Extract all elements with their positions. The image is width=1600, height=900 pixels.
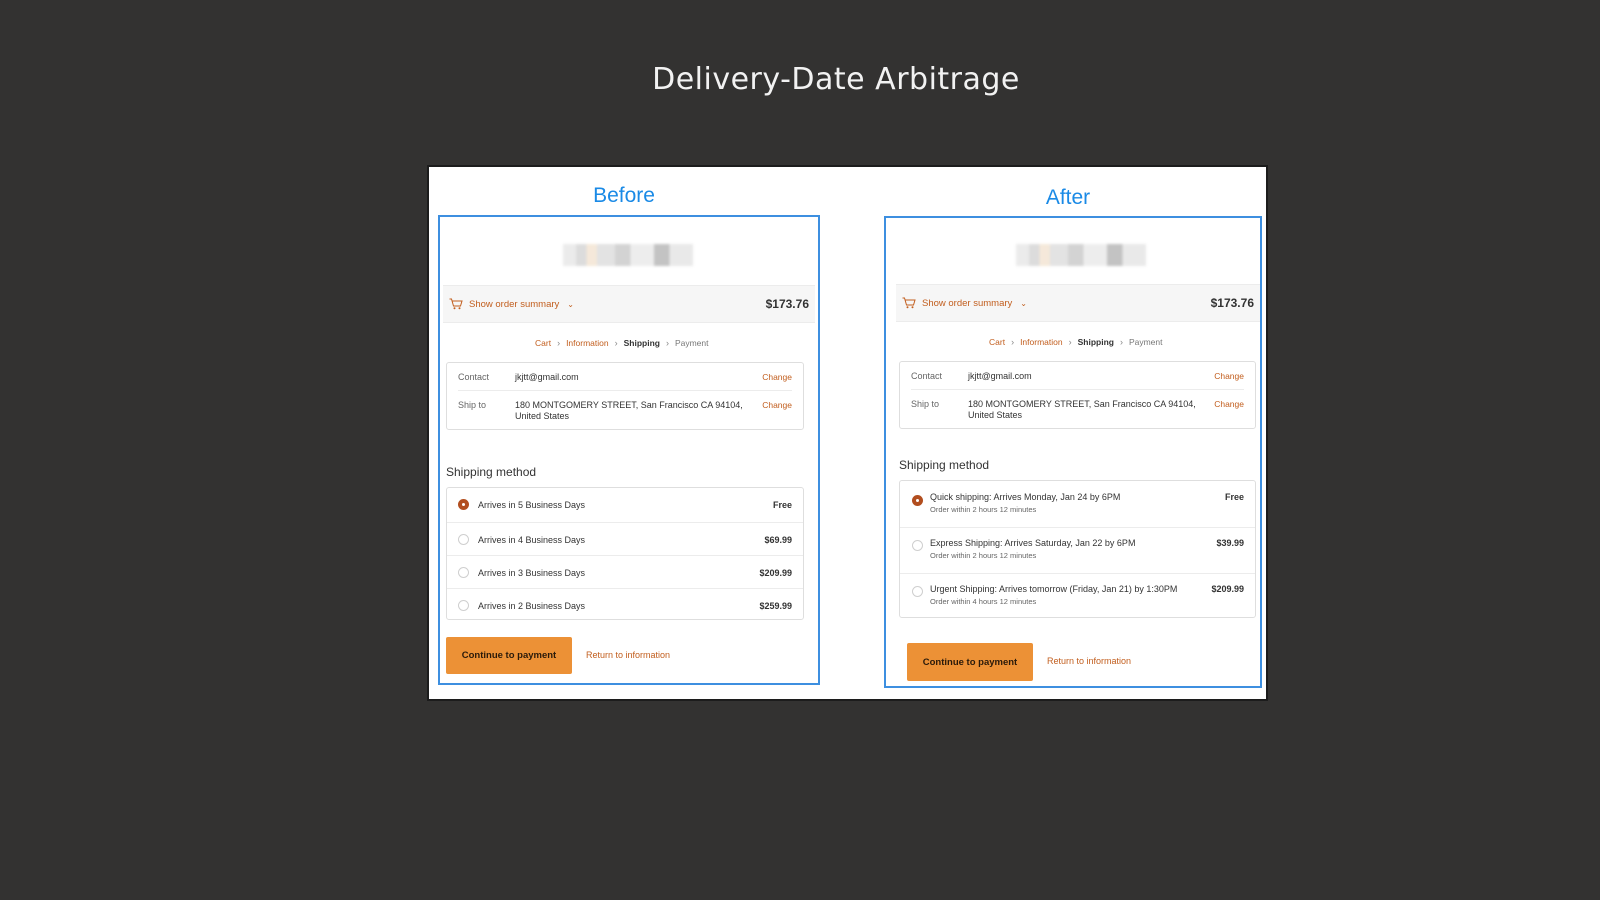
ship-to-line2: United States: [515, 411, 570, 421]
breadcrumb-information[interactable]: Information: [566, 338, 609, 348]
change-ship-to-link[interactable]: Change: [762, 400, 792, 410]
order-summary-bar[interactable]: Show order summary ⌄ $173.76: [896, 284, 1260, 322]
continue-to-payment-button[interactable]: Continue to payment: [907, 643, 1033, 681]
cart-icon: [902, 297, 916, 309]
shipping-option[interactable]: Arrives in 3 Business Days $209.99: [447, 555, 803, 588]
change-ship-to-link[interactable]: Change: [1214, 399, 1244, 409]
shipping-option-label: Quick shipping: Arrives Monday, Jan 24 b…: [930, 492, 1121, 502]
return-to-information-link[interactable]: Return to information: [1047, 656, 1131, 666]
ship-to-key: Ship to: [458, 400, 487, 410]
chevron-right-icon: ›: [614, 338, 618, 348]
breadcrumb-information[interactable]: Information: [1020, 337, 1063, 347]
after-label: After: [1045, 186, 1091, 209]
divider: [458, 390, 792, 391]
shipping-option-price: $209.99: [1211, 584, 1244, 594]
shipping-option[interactable]: Urgent Shipping: Arrives tomorrow (Frida…: [900, 573, 1255, 619]
chevron-down-icon: ⌄: [567, 299, 574, 309]
slide-title: Delivery-Date Arbitrage: [652, 62, 1020, 97]
ship-to-value: 180 MONTGOMERY STREET, San Francisco CA …: [968, 399, 1208, 421]
ship-to-line1: 180 MONTGOMERY STREET, San Francisco CA …: [515, 400, 743, 410]
before-label: Before: [593, 184, 655, 207]
breadcrumb: Cart › Information › Shipping › Payment: [535, 338, 709, 348]
shipping-methods-list: Arrives in 5 Business Days Free Arrives …: [446, 487, 804, 620]
radio-unselected[interactable]: [458, 600, 469, 611]
shipping-option[interactable]: Express Shipping: Arrives Saturday, Jan …: [900, 527, 1255, 573]
shipping-option-price: $259.99: [759, 601, 792, 611]
shipping-option-label: Arrives in 2 Business Days: [478, 601, 586, 611]
shipping-option-label: Arrives in 3 Business Days: [478, 568, 586, 578]
shipping-methods-list: Quick shipping: Arrives Monday, Jan 24 b…: [899, 480, 1256, 618]
contact-info-box: Contact jkjtt@gmail.com Change Ship to 1…: [899, 361, 1256, 429]
order-total: $173.76: [765, 297, 809, 311]
shipping-option-price: Free: [772, 500, 792, 510]
shipping-option-deadline: Order within 4 hours 12 minutes: [930, 597, 1037, 606]
radio-unselected[interactable]: [458, 567, 469, 578]
shipping-method-title: Shipping method: [446, 465, 537, 479]
shipping-option-label: Arrives in 5 Business Days: [478, 500, 586, 510]
shipping-option-label: Urgent Shipping: Arrives tomorrow (Frida…: [930, 584, 1178, 594]
breadcrumb-cart[interactable]: Cart: [535, 338, 551, 348]
breadcrumb-payment: Payment: [1128, 337, 1163, 347]
shipping-option[interactable]: Arrives in 4 Business Days $69.99: [447, 522, 803, 555]
comparison-frame: Before Show order summary ⌄ $173.76 Cart…: [427, 165, 1268, 701]
continue-to-payment-button[interactable]: Continue to payment: [446, 637, 572, 674]
change-contact-link[interactable]: Change: [1214, 371, 1244, 381]
breadcrumb-shipping: Shipping: [1077, 337, 1114, 347]
shipping-option-price: $69.99: [764, 535, 792, 545]
divider: [911, 389, 1244, 390]
ship-to-line2: United States: [968, 410, 1023, 420]
return-to-information-link[interactable]: Return to information: [586, 650, 670, 660]
breadcrumb: Cart › Information › Shipping › Payment: [989, 337, 1163, 347]
contact-value: jkjtt@gmail.com: [515, 372, 579, 382]
chevron-right-icon: ›: [1119, 337, 1123, 347]
shipping-option[interactable]: Arrives in 2 Business Days $259.99: [447, 588, 803, 621]
change-contact-link[interactable]: Change: [762, 372, 792, 382]
radio-unselected[interactable]: [458, 534, 469, 545]
radio-selected[interactable]: [912, 495, 923, 506]
store-logo: [563, 244, 693, 266]
order-summary-bar[interactable]: Show order summary ⌄ $173.76: [443, 285, 815, 323]
order-total: $173.76: [1210, 296, 1254, 310]
contact-key: Contact: [458, 372, 490, 382]
contact-info-box: Contact jkjtt@gmail.com Change Ship to 1…: [446, 362, 804, 430]
shipping-method-title: Shipping method: [899, 458, 990, 472]
chevron-right-icon: ›: [1068, 337, 1072, 347]
cart-icon: [449, 298, 463, 310]
shipping-option-label: Express Shipping: Arrives Saturday, Jan …: [930, 538, 1136, 548]
shipping-option-label: Arrives in 4 Business Days: [478, 535, 586, 545]
ship-to-key: Ship to: [911, 399, 940, 409]
store-logo: [1016, 244, 1146, 266]
breadcrumb-cart[interactable]: Cart: [989, 337, 1005, 347]
radio-unselected[interactable]: [912, 540, 923, 551]
shipping-option-deadline: Order within 2 hours 12 minutes: [930, 551, 1037, 560]
contact-value: jkjtt@gmail.com: [968, 371, 1032, 381]
show-order-summary-link[interactable]: Show order summary: [922, 298, 1012, 309]
breadcrumb-payment: Payment: [674, 338, 709, 348]
shipping-option-price: Free: [1224, 492, 1244, 502]
ship-to-value: 180 MONTGOMERY STREET, San Francisco CA …: [515, 400, 755, 422]
shipping-option-deadline: Order within 2 hours 12 minutes: [930, 505, 1037, 514]
radio-unselected[interactable]: [912, 586, 923, 597]
chevron-down-icon: ⌄: [1020, 298, 1027, 308]
shipping-option-price: $39.99: [1216, 538, 1244, 548]
after-panel: Show order summary ⌄ $173.76 Cart › Info…: [884, 216, 1262, 688]
radio-selected[interactable]: [458, 499, 469, 510]
contact-key: Contact: [911, 371, 943, 381]
breadcrumb-shipping: Shipping: [623, 338, 660, 348]
before-panel: Show order summary ⌄ $173.76 Cart › Info…: [438, 215, 820, 685]
chevron-right-icon: ›: [557, 338, 561, 348]
show-order-summary-link[interactable]: Show order summary: [469, 299, 559, 310]
shipping-option-price: $209.99: [759, 568, 792, 578]
shipping-option[interactable]: Arrives in 5 Business Days Free: [447, 488, 803, 522]
chevron-right-icon: ›: [665, 338, 669, 348]
ship-to-line1: 180 MONTGOMERY STREET, San Francisco CA …: [968, 399, 1196, 409]
chevron-right-icon: ›: [1011, 337, 1015, 347]
shipping-option[interactable]: Quick shipping: Arrives Monday, Jan 24 b…: [900, 481, 1255, 527]
